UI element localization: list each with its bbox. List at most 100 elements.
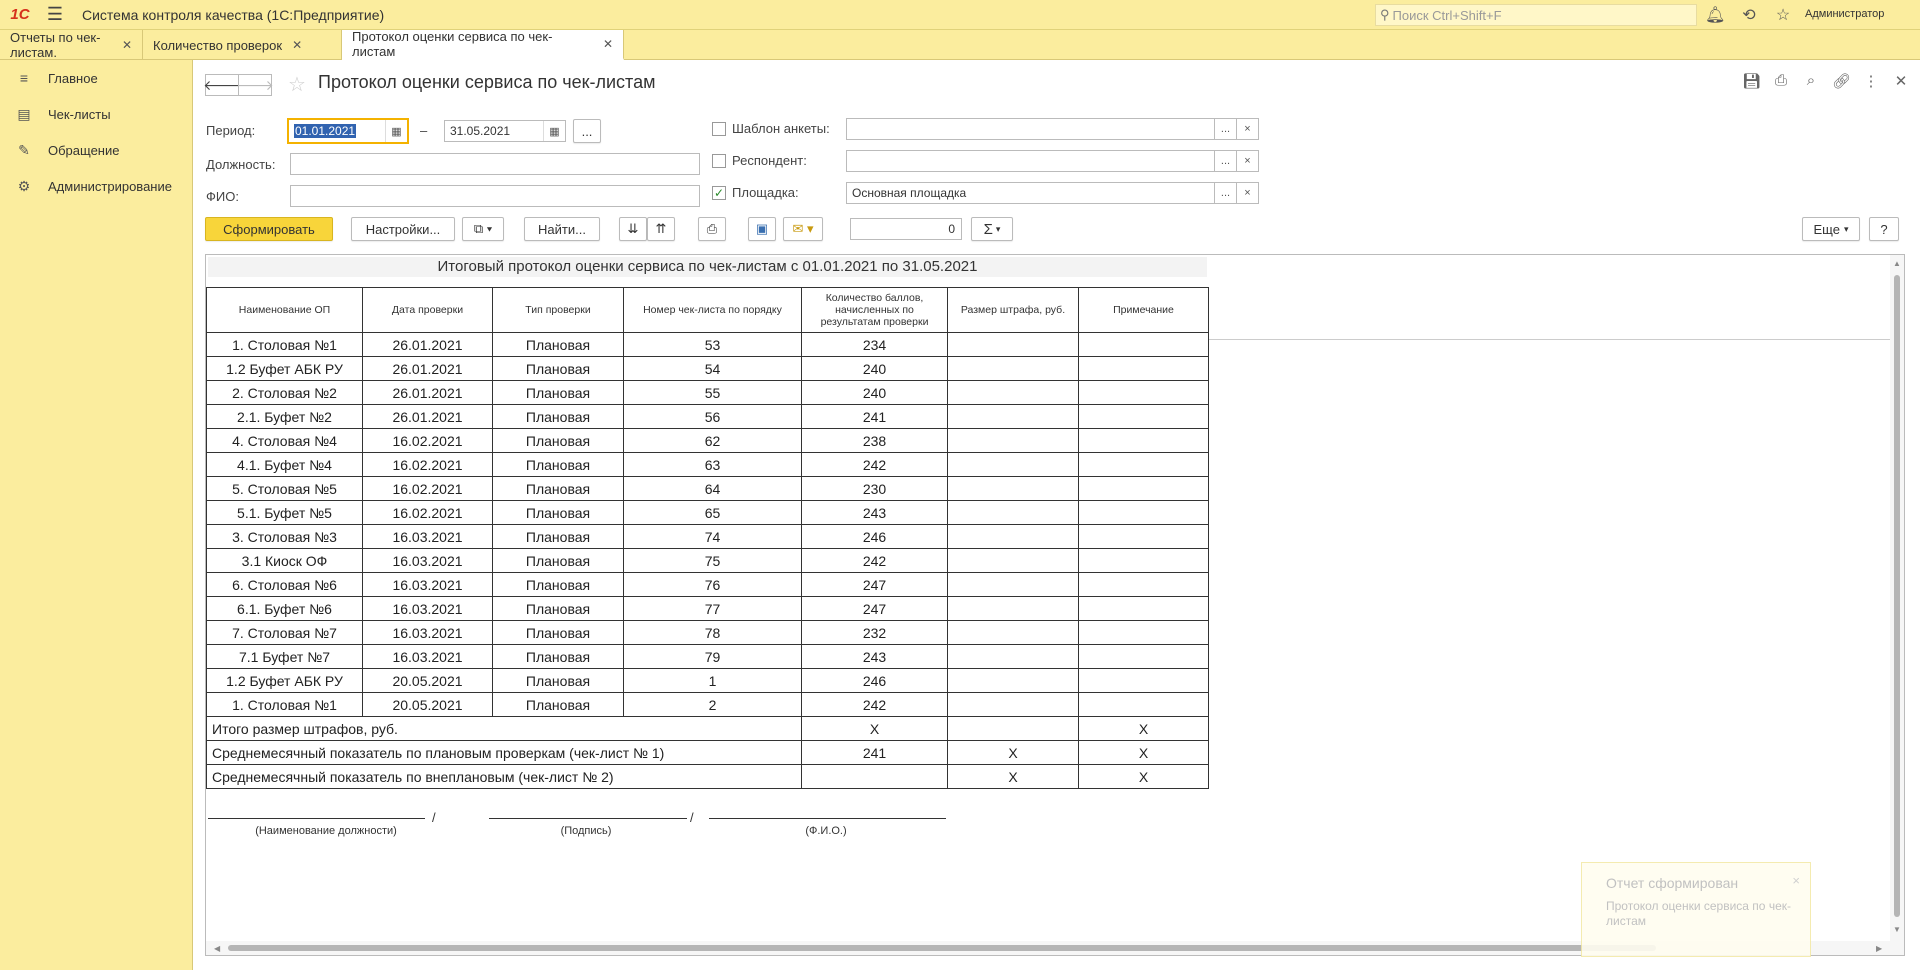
print-button[interactable]: ⎙ — [698, 217, 726, 241]
collapse-groups-button[interactable]: ⇈ — [647, 217, 675, 241]
table-row[interactable]: 6. Столовая №6 16.03.2021 Плановая 76 247 — [206, 572, 1209, 597]
scroll-down-icon[interactable]: ▼ — [1893, 925, 1901, 934]
print-icon[interactable]: ⎙ — [1772, 72, 1790, 90]
table-row[interactable]: 1. Столовая №1 26.01.2021 Плановая 53 234 — [206, 332, 1209, 357]
date-from-field[interactable]: 01.01.2021 ▦ — [287, 118, 409, 144]
table-row[interactable]: 2.1. Буфет №2 26.01.2021 Плановая 56 241 — [206, 404, 1209, 429]
totals-cell — [801, 764, 948, 789]
forward-button[interactable]: 🡒 — [236, 74, 274, 96]
site-select-button[interactable]: ... — [1215, 182, 1237, 204]
fio-field[interactable] — [290, 185, 700, 207]
bell-icon[interactable]: 🔔︎ — [1705, 5, 1725, 25]
close-icon[interactable]: ✕ — [1892, 72, 1910, 90]
respondent-clear-button[interactable]: × — [1237, 150, 1259, 172]
find-button[interactable]: Найти... — [524, 217, 600, 241]
site-field[interactable]: Основная площадка — [846, 182, 1215, 204]
sum-field[interactable]: 0 — [850, 218, 962, 240]
respondent-checkbox[interactable] — [712, 154, 726, 168]
table-row[interactable]: 4.1. Буфет №4 16.02.2021 Плановая 63 242 — [206, 452, 1209, 477]
vertical-scrollbar[interactable]: ▲ ▼ — [1890, 255, 1904, 955]
close-icon[interactable]: ✕ — [292, 38, 302, 52]
more-button[interactable]: Еще ▾ — [1802, 217, 1860, 241]
position-field[interactable] — [290, 153, 700, 175]
table-row[interactable]: 3. Столовая №3 16.03.2021 Плановая 74 246 — [206, 524, 1209, 549]
respondent-select-button[interactable]: ... — [1215, 150, 1237, 172]
expand-groups-button[interactable]: ⇊ — [619, 217, 647, 241]
table-row[interactable]: 2. Столовая №2 26.01.2021 Плановая 55 240 — [206, 380, 1209, 405]
notification-popup[interactable]: Отчет сформирован Протокол оценки сервис… — [1581, 862, 1811, 957]
scroll-right-icon[interactable]: ▶ — [1876, 944, 1882, 953]
site-checkbox[interactable]: ✓ — [712, 186, 726, 200]
table-row[interactable]: 4. Столовая №4 16.02.2021 Плановая 62 238 — [206, 428, 1209, 453]
scroll-up-icon[interactable]: ▲ — [1893, 259, 1901, 268]
send-email-button[interactable]: ✉ ▾ — [783, 217, 823, 241]
table-row[interactable]: 7. Столовая №7 16.03.2021 Плановая 78 232 — [206, 620, 1209, 645]
vertical-scroll-thumb[interactable] — [1894, 275, 1900, 917]
sidebar-item-checklists[interactable]: ▤ Чек-листы — [0, 96, 192, 132]
close-icon[interactable]: × — [1792, 873, 1800, 888]
template-select-button[interactable]: ... — [1215, 118, 1237, 140]
table-cell: 7.1 Буфет №7 — [206, 644, 363, 669]
sidebar-item-label: Администрирование — [48, 178, 172, 194]
back-button[interactable]: 🡐 — [203, 74, 241, 96]
variant-button[interactable]: ⧉ ▾ — [462, 217, 504, 241]
favorites-star-icon[interactable]: ☆ — [1773, 5, 1793, 25]
help-button[interactable]: ? — [1869, 217, 1899, 241]
template-checkbox[interactable] — [712, 122, 726, 136]
table-row[interactable]: 5.1. Буфет №5 16.02.2021 Плановая 65 243 — [206, 500, 1209, 525]
totals-row[interactable]: Итого размер штрафов, руб. X X — [206, 716, 1209, 741]
table-cell — [1078, 404, 1209, 429]
table-row[interactable]: 1.2 Буфет АБК РУ 26.01.2021 Плановая 54 240 — [206, 356, 1209, 381]
tab-checklist-reports[interactable]: Отчеты по чек-листам. ✕ — [0, 30, 143, 60]
table-row[interactable]: 3.1 Киоск ОФ 16.03.2021 Плановая 75 242 — [206, 548, 1209, 573]
table-row[interactable]: 1. Столовая №1 20.05.2021 Плановая 2 242 — [206, 692, 1209, 717]
table-cell: 242 — [801, 452, 948, 477]
main-menu-icon[interactable]: ☰ — [40, 0, 70, 30]
favorite-star-icon[interactable]: ☆ — [288, 72, 306, 97]
preview-icon[interactable]: ⌕ — [1802, 72, 1820, 90]
sidebar-item-requests[interactable]: ✎ Обращение — [0, 132, 192, 168]
site-clear-button[interactable]: × — [1237, 182, 1259, 204]
table-cell: 16.02.2021 — [362, 476, 493, 501]
save-icon[interactable]: 💾︎ — [1742, 72, 1761, 90]
user-name[interactable]: Администратор — [1805, 8, 1884, 20]
sum-button[interactable]: Σ ▾ — [971, 217, 1013, 241]
sidebar-item-main[interactable]: ≡ Главное — [0, 60, 192, 96]
search-input[interactable]: ⚲ Поиск Ctrl+Shift+F — [1375, 4, 1697, 26]
template-field[interactable] — [846, 118, 1215, 140]
totals-row[interactable]: Среднемесячный показатель по внеплановым… — [206, 764, 1209, 789]
totals-row[interactable]: Среднемесячный показатель по плановым пр… — [206, 740, 1209, 765]
link-icon[interactable]: 🔗︎ — [1832, 72, 1851, 90]
scroll-left-icon[interactable]: ◀ — [214, 944, 220, 953]
period-dash: – — [420, 123, 428, 138]
save-button[interactable]: ▣ — [748, 217, 776, 241]
sidebar-item-admin[interactable]: ⚙ Администрирование — [0, 168, 192, 204]
table-cell: Плановая — [492, 476, 624, 501]
tab-service-protocol[interactable]: Протокол оценки сервиса по чек-листам ✕ — [342, 29, 624, 60]
close-icon[interactable]: ✕ — [122, 38, 132, 52]
table-cell — [1078, 668, 1209, 693]
table-cell — [947, 404, 1079, 429]
period-select-button[interactable]: ... — [573, 119, 601, 143]
respondent-field[interactable] — [846, 150, 1215, 172]
close-icon[interactable]: ✕ — [603, 37, 613, 51]
history-icon[interactable]: ⟲ — [1739, 5, 1759, 25]
calendar-icon[interactable]: ▦ — [385, 120, 407, 142]
totals-cell: X — [947, 740, 1079, 765]
tab-checks-count[interactable]: Количество проверок ✕ — [143, 30, 342, 60]
report-area[interactable]: Итоговый протокол оценки сервиса по чек-… — [205, 254, 1905, 956]
table-row[interactable]: 5. Столовая №5 16.02.2021 Плановая 64 230 — [206, 476, 1209, 501]
1c-logo-icon[interactable]: 1С — [0, 0, 40, 30]
generate-button[interactable]: Сформировать — [205, 217, 333, 241]
signature-fio-caption: (Ф.И.О.) — [805, 825, 847, 837]
calendar-icon[interactable]: ▦ — [543, 121, 565, 141]
settings-button[interactable]: Настройки... — [351, 217, 455, 241]
template-clear-button[interactable]: × — [1237, 118, 1259, 140]
date-to-field[interactable]: 31.05.2021 ▦ — [444, 120, 566, 142]
table-row[interactable]: 6.1. Буфет №6 16.03.2021 Плановая 77 247 — [206, 596, 1209, 621]
table-row[interactable]: 7.1 Буфет №7 16.03.2021 Плановая 79 243 — [206, 644, 1209, 669]
horizontal-scroll-thumb[interactable] — [228, 945, 1656, 951]
table-cell — [947, 500, 1079, 525]
table-row[interactable]: 1.2 Буфет АБК РУ 20.05.2021 Плановая 1 246 — [206, 668, 1209, 693]
more-vertical-icon[interactable]: ⋮ — [1862, 72, 1880, 90]
